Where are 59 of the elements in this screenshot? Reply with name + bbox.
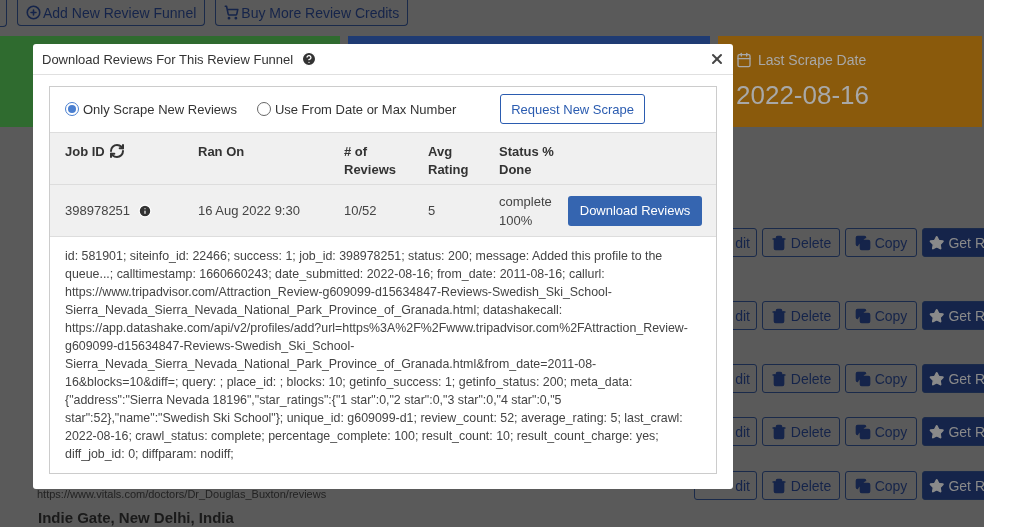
table-cell-text: complete 100% [499, 192, 552, 230]
plus-circle-icon [26, 5, 41, 20]
action-button[interactable]: Copy [845, 364, 917, 393]
action-button[interactable]: Delete [762, 471, 840, 500]
close-icon[interactable] [709, 51, 725, 67]
card-label: Last Scrape Date [758, 52, 867, 68]
star-icon [929, 370, 945, 387]
star-icon [929, 234, 945, 251]
table-cell-text: 16 Aug 2022 9:30 [198, 202, 301, 221]
radio-option[interactable]: Only Scrape New Reviews [65, 101, 237, 117]
action-button[interactable]: Get R [922, 228, 984, 257]
profile-link[interactable]: https://www.vitals.com/doctors/Dr_Douglas_Buxton/reviews [37, 488, 327, 500]
copy-icon [854, 307, 871, 324]
download-button[interactable]: Download Reviews [567, 195, 703, 226]
toolbar-button[interactable]: Add New Review Funnel [17, 0, 206, 26]
card-value: 2022-08-16 [736, 80, 870, 111]
action-button[interactable]: Delete [762, 301, 840, 330]
action-button[interactable]: Copy [845, 228, 917, 257]
copy-icon [854, 370, 871, 387]
action-button[interactable]: Delete [762, 228, 840, 257]
star-icon [929, 477, 945, 494]
calendar-icon [736, 52, 752, 68]
trash-icon [770, 477, 787, 494]
copy-icon [854, 477, 871, 494]
job-details-text: id: 581901; siteinfo_id: 22466; success: 1; job_id: 398978251; status: 200; message: Added this profile to the queue...; calltimestamp: 1660660243; date_submitted: 2022-08-16; from_date: 2011-08-16; callurl: https://www.tripadvisor.com/Attraction_Review-g609099-d15634847-Reviews-Swedish_Ski_School-Sierra_Nevada_Sierra_Nevada_National_Park_Province_of_Granada.html; datashakecall: https://app.datashake.com/api/v2/profiles/add?url=https%3A%2F%2Fwww.tripadvisor.com%2FAttraction_Review-g609099-d15634847-Reviews-Swedish_Ski_School-Sierra_Nevada_Sierra_Nevada_National_Park_Province_of_Granada.html&from_date=2011-08-16&blocks=10&diff=; query: ; place_id: ; blocks: 10; getinfo_success: 1; getinfo_status: 200; meta_data: {"address":"Sierra Nevada 18196","star_ratings":{"1 star":0,"2 star":0,"3 star":0,"4 star":0,"5 star":52},"name":"Swedish Ski School"}; unique_id: g609099-d1; review_count: 52; average_rating: 5; last_crawl: 2022-08-16; crawl_status: complete; percentage_complete: 100; result_count: 10; result_count_charge: yes; diff_job_id: 0; diffparam: nodiff; [64, 248, 689, 463]
action-button[interactable]: Get R [922, 364, 984, 393]
table-cell-text: 5 [428, 202, 437, 221]
table-cell-text: 10/52 [344, 202, 378, 221]
table-cell-text: 398978251 [65, 202, 131, 221]
action-button[interactable]: Delete [762, 417, 840, 446]
column-header: Ran On [198, 142, 245, 161]
action-button[interactable]: Get R [922, 471, 984, 500]
star-icon [929, 307, 945, 324]
action-button[interactable]: Copy [845, 417, 917, 446]
info-icon[interactable] [138, 203, 153, 218]
trash-icon [770, 423, 787, 440]
copy-icon [854, 234, 871, 251]
trash-icon [770, 307, 787, 324]
action-button[interactable]: Delete [762, 364, 840, 393]
toolbar-button[interactable]: Buy More Review Credits [215, 0, 409, 26]
action-button[interactable]: Copy [845, 471, 917, 500]
column-header: # of Reviews [344, 142, 398, 179]
help-icon[interactable] [301, 51, 318, 67]
request-scrape-button[interactable]: Request New Scrape [500, 94, 646, 125]
star-icon [929, 423, 945, 440]
modal-title: Download Reviews For This Review Funnel [42, 51, 294, 67]
trash-icon [770, 370, 787, 387]
column-header: Job ID [65, 142, 105, 161]
action-button[interactable]: Copy [845, 301, 917, 330]
refresh-icon[interactable] [108, 142, 125, 159]
trash-icon [770, 234, 787, 251]
action-button[interactable]: Get R [922, 417, 984, 446]
column-header: Avg Rating [428, 142, 470, 179]
action-button[interactable]: Get R [922, 301, 984, 330]
radio-option[interactable]: Use From Date or Max Number [256, 101, 457, 117]
funnel-name: Indie Gate, New Delhi, India [38, 509, 234, 526]
copy-icon [854, 423, 871, 440]
cart-icon [224, 5, 240, 20]
column-header: Status % Done [499, 142, 555, 179]
